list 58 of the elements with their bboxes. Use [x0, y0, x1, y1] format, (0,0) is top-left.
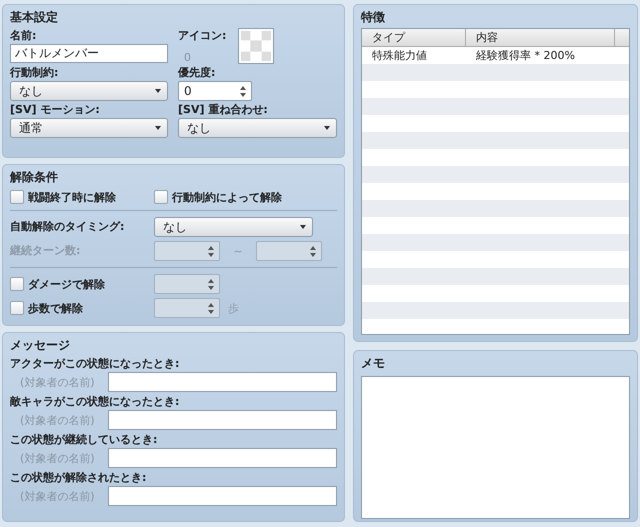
caret-icon	[155, 126, 161, 130]
section-title: 解除条件	[10, 169, 59, 186]
field-label: 行動制約:	[10, 65, 60, 81]
subject-label: (対象者の名前)	[19, 488, 96, 504]
note-field[interactable]	[361, 376, 630, 519]
spin-arrows-icon	[310, 246, 316, 256]
message-field[interactable]	[108, 410, 337, 430]
spin-arrows-icon	[240, 86, 246, 96]
checkbox-label: 戦闘終了時に解除	[28, 190, 116, 204]
dropdown[interactable]: なし	[178, 118, 337, 138]
field-label: [SV] 重ね合わせ:	[178, 102, 269, 118]
checkbox[interactable]	[154, 190, 168, 204]
caret-icon	[324, 126, 330, 130]
field-label: この状態が継続しているとき:	[10, 432, 158, 448]
field-label: [SV] モーション:	[10, 102, 101, 118]
icon-index: 0	[183, 50, 192, 64]
subject-label: (対象者の名前)	[19, 412, 96, 428]
dropdown[interactable]: なし	[10, 81, 168, 101]
field-label: アクターがこの状態になったとき:	[10, 356, 180, 372]
number-spinner[interactable]	[154, 241, 220, 261]
checkbox-label: 行動制約によって解除	[172, 190, 282, 204]
range-separator: ~	[232, 244, 244, 258]
table-cell-text: 経験獲得率 * 200%	[475, 48, 576, 63]
dropdown[interactable]: なし	[154, 217, 313, 237]
message-field[interactable]	[108, 486, 337, 506]
field-label: アイコン:	[178, 28, 226, 44]
field-label: 名前:	[10, 28, 38, 44]
dropdown[interactable]: 通常	[10, 118, 168, 138]
spin-arrows-icon	[208, 246, 214, 256]
message-field[interactable]	[108, 448, 337, 468]
column-header[interactable]: タイプ	[362, 29, 466, 46]
name-field[interactable]: バトルメンバー	[10, 44, 168, 63]
field-label: 敵キャラがこの状態になったとき:	[10, 394, 180, 410]
checkbox-label: ダメージで解除	[28, 276, 105, 292]
section-title: メッセージ	[10, 337, 71, 354]
checkbox[interactable]	[10, 190, 24, 204]
unit-label: 歩	[228, 300, 239, 316]
field-label: 継続ターン数:	[10, 243, 82, 259]
column-header[interactable]: 内容	[466, 29, 615, 46]
number-spinner[interactable]	[256, 241, 322, 261]
message-field[interactable]	[108, 372, 337, 392]
field-label: 自動解除のタイミング:	[10, 219, 126, 235]
number-spinner[interactable]: 0	[178, 81, 252, 101]
icon-preview[interactable]	[238, 28, 274, 64]
spin-arrows-icon	[208, 278, 214, 290]
spin-arrows-icon	[208, 302, 214, 314]
field-label: この状態が解除されたとき:	[10, 470, 148, 486]
table-row[interactable]: 特殊能力値 経験獲得率 * 200%	[362, 47, 629, 64]
table-cell-text: 特殊能力値	[371, 48, 428, 63]
section-title: メモ	[361, 355, 386, 372]
caret-icon	[300, 225, 306, 229]
field-label: 優先度:	[178, 65, 216, 81]
caret-icon	[155, 89, 161, 93]
subject-label: (対象者の名前)	[19, 374, 96, 390]
section-title: 基本設定	[10, 9, 59, 26]
section-title: 特徴	[361, 9, 386, 26]
subject-label: (対象者の名前)	[19, 450, 96, 466]
checkbox-label: 歩数で解除	[28, 300, 83, 316]
